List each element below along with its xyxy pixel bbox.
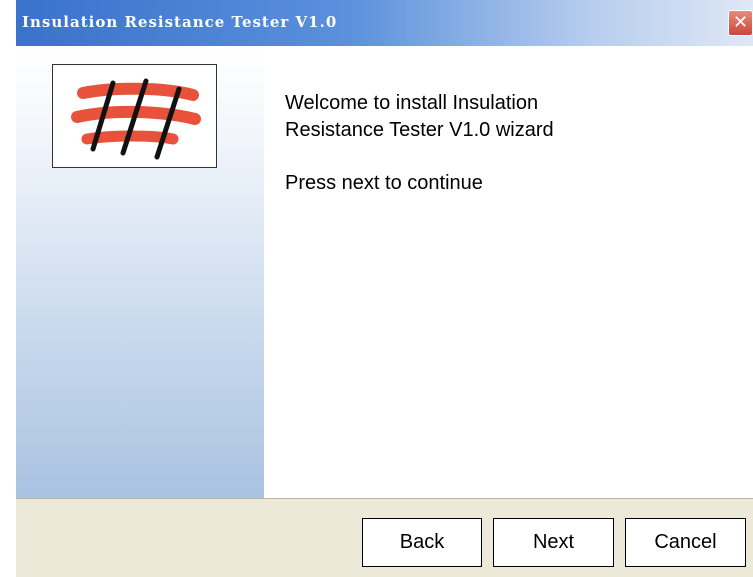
slashed-logo-icon bbox=[71, 78, 201, 160]
wizard-content: Welcome to install Insulation Resistance… bbox=[264, 46, 753, 498]
welcome-message: Welcome to install Insulation Resistance… bbox=[285, 90, 685, 144]
close-button[interactable]: ✕ bbox=[728, 10, 753, 36]
close-icon: ✕ bbox=[732, 12, 749, 33]
window-title: Insulation Resistance Tester V1.0 bbox=[22, 13, 338, 31]
instruction-text: Press next to continue bbox=[285, 172, 483, 194]
welcome-line-2: Resistance Tester V1.0 wizard bbox=[285, 119, 554, 141]
next-button[interactable]: Next bbox=[493, 518, 614, 567]
cancel-button[interactable]: Cancel bbox=[625, 518, 746, 567]
button-bar: Back Next Cancel bbox=[16, 499, 753, 577]
title-bar[interactable]: Insulation Resistance Tester V1.0 ✕ bbox=[16, 0, 753, 46]
welcome-line-1: Welcome to install Insulation bbox=[285, 92, 539, 114]
installer-window: Insulation Resistance Tester V1.0 ✕ Welc… bbox=[16, 0, 753, 577]
back-button[interactable]: Back bbox=[362, 518, 482, 567]
logo-frame bbox=[52, 64, 217, 168]
wizard-side-panel bbox=[16, 46, 264, 498]
